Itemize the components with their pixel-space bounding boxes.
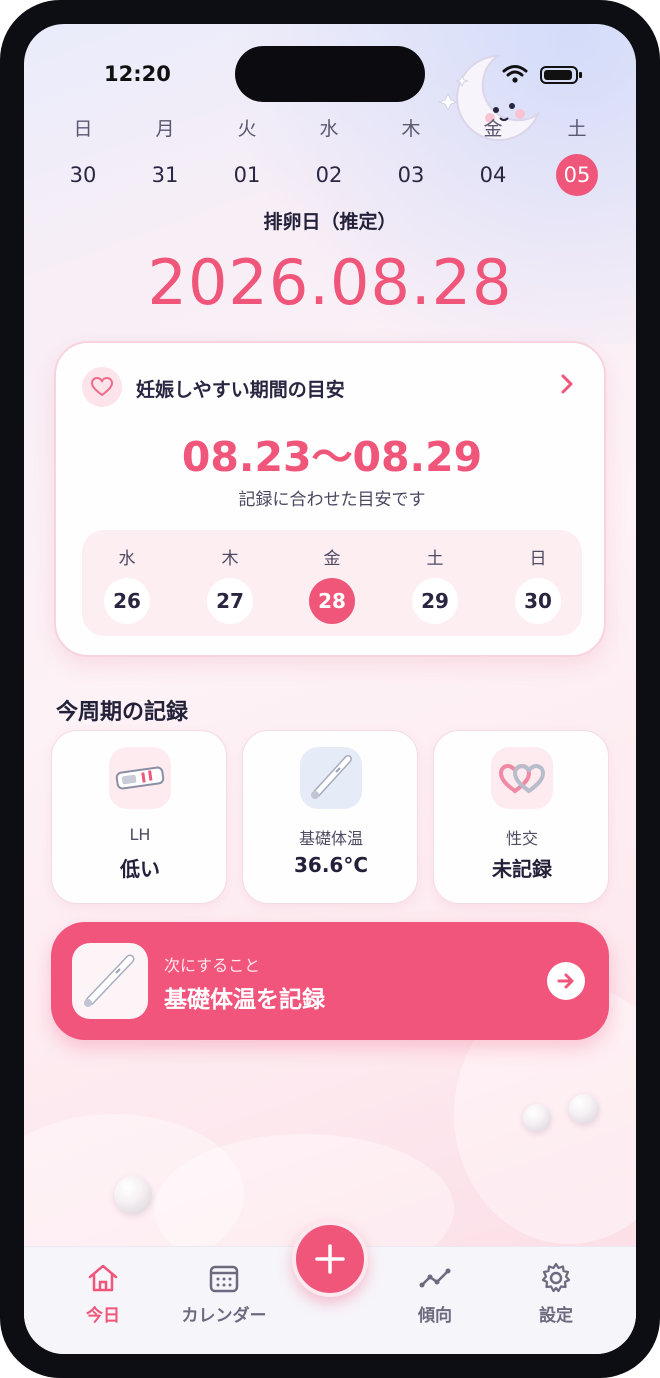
fertile-day-date: 26 bbox=[104, 578, 150, 624]
fertile-day[interactable]: 木 27 bbox=[200, 548, 260, 624]
week-day-selected[interactable]: 土 05 bbox=[536, 116, 618, 196]
fertile-day-date: 30 bbox=[515, 578, 561, 624]
week-day[interactable]: 月 31 bbox=[124, 116, 206, 196]
weekday-date: 02 bbox=[315, 163, 343, 187]
weekday-name: 火 bbox=[237, 118, 257, 140]
ovulation-label: 排卵日（推定） bbox=[263, 211, 397, 233]
tab-settings[interactable]: 設定 bbox=[501, 1261, 611, 1326]
week-day[interactable]: 日 30 bbox=[42, 116, 124, 196]
pearl-decoration bbox=[569, 1094, 599, 1124]
weekday-name: 月 bbox=[155, 118, 175, 140]
weekday-name: 水 bbox=[319, 118, 339, 140]
chevron-right-icon[interactable] bbox=[554, 369, 580, 399]
ovulation-date: 2026.08.28 bbox=[147, 246, 513, 319]
weekday-name: 日 bbox=[73, 118, 93, 140]
next-action-button[interactable]: 次にすること 基礎体温を記録 bbox=[51, 922, 609, 1040]
week-day[interactable]: 金 04 bbox=[452, 116, 534, 196]
fertile-card-title: 妊娠しやすい期間の目安 bbox=[136, 379, 345, 401]
fertile-note: 記録に合わせた目安です bbox=[238, 490, 426, 510]
fertile-day-name: 日 bbox=[529, 549, 547, 569]
home-icon bbox=[88, 1264, 118, 1292]
fertile-day-date: 27 bbox=[207, 578, 253, 624]
plus-icon bbox=[315, 1244, 345, 1274]
next-action-label: 次にすること bbox=[164, 956, 261, 975]
record-label: 性交 bbox=[505, 829, 538, 848]
week-day[interactable]: 水 02 bbox=[288, 116, 370, 196]
next-action-title: 基礎体温を記録 bbox=[164, 987, 325, 1013]
gear-icon bbox=[541, 1262, 571, 1293]
record-card-lh[interactable]: LH 低い bbox=[51, 730, 227, 904]
weekday-date: 03 bbox=[397, 163, 425, 187]
weekday-name: 土 bbox=[567, 118, 587, 140]
record-value: 36.6°C bbox=[293, 853, 369, 877]
weekday-date: 01 bbox=[233, 163, 261, 187]
fertile-day-name: 金 bbox=[323, 549, 341, 569]
weekday-date: 31 bbox=[151, 163, 179, 187]
tab-label: 今日 bbox=[86, 1306, 120, 1326]
thermometer-icon bbox=[300, 747, 362, 809]
pearl-decoration bbox=[114, 1176, 152, 1214]
calendar-icon bbox=[209, 1265, 239, 1293]
fertile-day[interactable]: 土 29 bbox=[405, 548, 465, 624]
fertile-day[interactable]: 水 26 bbox=[97, 548, 157, 624]
weekday-date: 04 bbox=[479, 163, 507, 187]
tab-trends[interactable]: 傾向 bbox=[380, 1261, 490, 1326]
fertile-day-name: 水 bbox=[118, 549, 136, 569]
dynamic-island bbox=[235, 46, 425, 102]
trend-icon bbox=[419, 1268, 451, 1288]
app-screen: 12:20 日 30 月 31 火 01 水 02 木 03 金 04 土 05… bbox=[24, 24, 636, 1354]
lh-test-strip-icon bbox=[109, 747, 171, 809]
weekday-date: 05 bbox=[556, 154, 598, 196]
record-value: 未記録 bbox=[492, 857, 552, 881]
record-value: 低い bbox=[120, 857, 160, 881]
tab-label: カレンダー bbox=[181, 1306, 267, 1326]
linked-hearts-icon bbox=[491, 747, 553, 809]
thermometer-icon bbox=[72, 943, 148, 1019]
record-label: 基礎体温 bbox=[298, 829, 363, 848]
week-day[interactable]: 火 01 bbox=[206, 116, 288, 196]
fertile-day-date: 28 bbox=[309, 578, 355, 624]
status-time: 12:20 bbox=[104, 62, 171, 86]
fertile-days-strip: 水 26 木 27 金 28 土 29 日 30 bbox=[82, 530, 582, 636]
tab-today[interactable]: 今日 bbox=[48, 1261, 158, 1326]
fertile-day[interactable]: 日 30 bbox=[508, 548, 568, 624]
fertile-day-date: 29 bbox=[412, 578, 458, 624]
fertile-day-name: 木 bbox=[221, 549, 239, 569]
pearl-decoration bbox=[523, 1104, 551, 1132]
record-label: LH bbox=[129, 825, 151, 844]
tab-label: 傾向 bbox=[418, 1306, 452, 1326]
fertile-range: 08.23～08.29 bbox=[181, 433, 483, 481]
fertile-day-name: 土 bbox=[426, 549, 444, 569]
tab-label: 設定 bbox=[539, 1306, 573, 1326]
add-record-button[interactable] bbox=[292, 1221, 368, 1297]
weekday-name: 金 bbox=[483, 118, 503, 140]
weekday-date: 30 bbox=[69, 163, 97, 187]
weekday-name: 木 bbox=[401, 118, 421, 140]
fertile-window-card[interactable]: 妊娠しやすい期間の目安 08.23～08.29 記録に合わせた目安です 水 26… bbox=[54, 341, 606, 657]
tab-calendar[interactable]: カレンダー bbox=[169, 1261, 279, 1326]
week-day[interactable]: 木 03 bbox=[370, 116, 452, 196]
records-section-title: 今周期の記録 bbox=[56, 700, 189, 725]
fertile-day-selected[interactable]: 金 28 bbox=[302, 548, 362, 624]
heart-icon bbox=[82, 367, 122, 407]
phone-frame: 12:20 日 30 月 31 火 01 水 02 木 03 金 04 土 05… bbox=[0, 0, 660, 1378]
arrow-right-icon bbox=[547, 962, 585, 1000]
record-card-intercourse[interactable]: 性交 未記録 bbox=[433, 730, 609, 904]
record-card-bbt[interactable]: 基礎体温 36.6°C bbox=[242, 730, 418, 904]
week-strip: 日 30 月 31 火 01 水 02 木 03 金 04 土 05 bbox=[42, 116, 618, 196]
